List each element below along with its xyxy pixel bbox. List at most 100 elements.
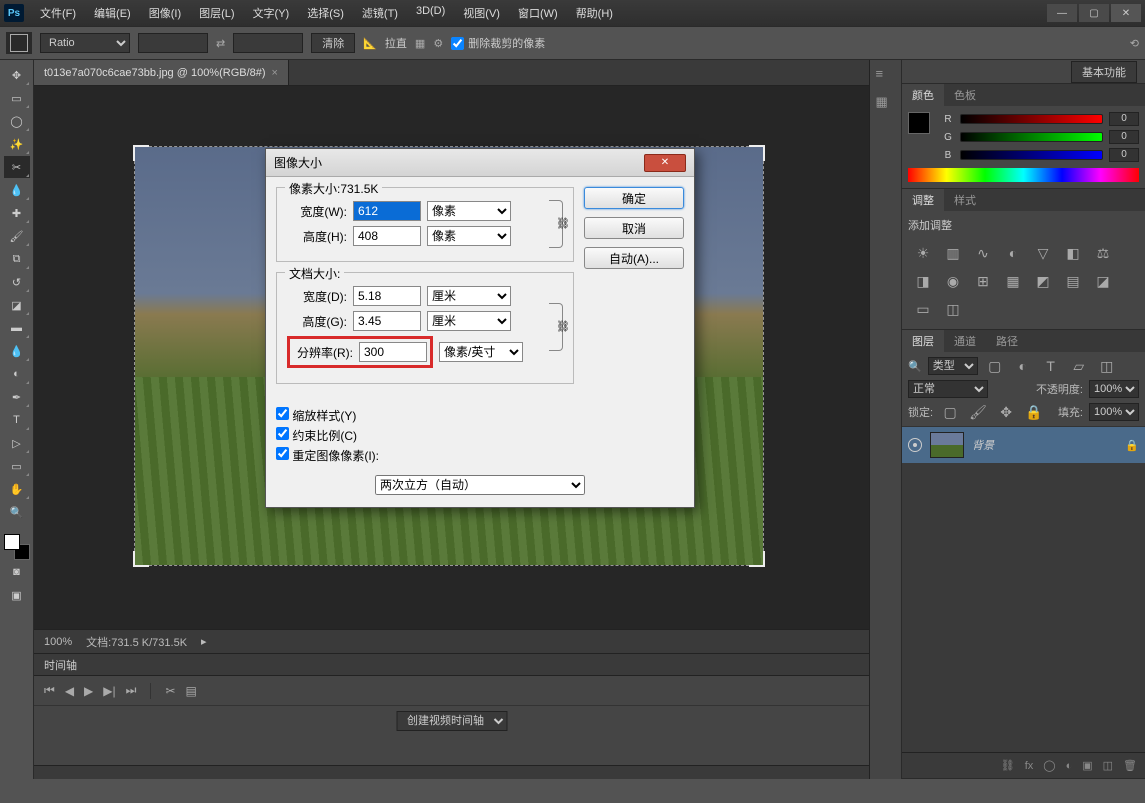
menu-filter[interactable]: 滤镜(T) xyxy=(354,2,406,24)
link-icon2[interactable]: ⛓ xyxy=(556,320,570,333)
gear-icon[interactable]: ⚙ xyxy=(433,37,443,50)
scale-check[interactable]: 缩放样式(Y) xyxy=(276,407,684,424)
filter-smart-icon[interactable]: ◫ xyxy=(1096,356,1118,376)
lasso-tool[interactable]: ◯ xyxy=(4,110,30,132)
ratio-h-input[interactable] xyxy=(233,33,303,53)
mask-icon[interactable]: ◯ xyxy=(1043,759,1055,772)
layer-row[interactable]: 背景 🔒 xyxy=(902,427,1145,463)
blur-tool[interactable]: 💧 xyxy=(4,340,30,362)
quickmask-tool[interactable]: ◙ xyxy=(4,561,30,583)
menu-select[interactable]: 选择(S) xyxy=(299,2,352,24)
blend-mode-select[interactable]: 正常 xyxy=(908,380,988,398)
color-spectrum[interactable] xyxy=(908,168,1139,182)
menu-view[interactable]: 视图(V) xyxy=(455,2,508,24)
zoom-level[interactable]: 100% xyxy=(44,636,72,648)
auto-button[interactable]: 自动(A)... xyxy=(584,247,684,269)
menu-help[interactable]: 帮助(H) xyxy=(568,2,621,24)
ratio-select[interactable]: Ratio xyxy=(40,33,130,53)
interp-select[interactable]: 两次立方（自动） xyxy=(375,475,585,495)
ratio-w-input[interactable] xyxy=(138,33,208,53)
swap-icon[interactable]: ⇄ xyxy=(216,37,225,50)
menu-file[interactable]: 文件(F) xyxy=(32,2,84,24)
menu-window[interactable]: 窗口(W) xyxy=(510,2,566,24)
lock-trans-icon[interactable]: ▢ xyxy=(939,402,961,422)
layer-thumbnail[interactable] xyxy=(930,432,964,458)
menu-image[interactable]: 图像(I) xyxy=(141,2,189,24)
adj-poster-icon[interactable]: ▤ xyxy=(1062,271,1084,291)
tl-trans-icon[interactable]: ▤ xyxy=(186,684,197,698)
hand-tool[interactable]: ✋ xyxy=(4,478,30,500)
dialog-titlebar[interactable]: 图像大小 ✕ xyxy=(266,149,694,177)
path-select-tool[interactable]: ▷ xyxy=(4,432,30,454)
workspace-switch[interactable]: 基本功能 xyxy=(1071,61,1137,83)
status-arrow-icon[interactable]: ▸ xyxy=(201,635,207,648)
type-tool[interactable]: T xyxy=(4,409,30,431)
resample-check[interactable]: 重定图像像素(I): xyxy=(276,447,684,464)
width1-unit[interactable]: 像素 xyxy=(427,201,511,221)
pen-tool[interactable]: ✒ xyxy=(4,386,30,408)
adj-balance-icon[interactable]: ⚖ xyxy=(1092,243,1114,263)
filter-kind-select[interactable]: 类型 xyxy=(928,357,978,375)
cancel-button[interactable]: 取消 xyxy=(584,217,684,239)
adj-layer-icon[interactable]: ◐ xyxy=(1066,760,1073,772)
adj-levels-icon[interactable]: ▥ xyxy=(942,243,964,263)
menu-3d[interactable]: 3D(D) xyxy=(408,2,453,24)
menu-layer[interactable]: 图层(L) xyxy=(191,2,242,24)
filter-adj-icon[interactable]: ◐ xyxy=(1012,356,1034,376)
wand-tool[interactable]: ✨ xyxy=(4,133,30,155)
g-value[interactable]: 0 xyxy=(1109,130,1139,144)
filter-img-icon[interactable]: ▢ xyxy=(984,356,1006,376)
g-slider[interactable] xyxy=(960,132,1103,142)
ok-button[interactable]: 确定 xyxy=(584,187,684,209)
reset-icon[interactable]: ⟲ xyxy=(1130,37,1139,50)
history-brush-tool[interactable]: ↺ xyxy=(4,271,30,293)
adj-vibrance-icon[interactable]: ▽ xyxy=(1032,243,1054,263)
fx-icon[interactable]: fx xyxy=(1025,760,1034,772)
adj-photo-icon[interactable]: ◉ xyxy=(942,271,964,291)
opacity-select[interactable]: 100% xyxy=(1089,380,1139,398)
heal-tool[interactable]: ✚ xyxy=(4,202,30,224)
menu-type[interactable]: 文字(Y) xyxy=(245,2,298,24)
clear-button[interactable]: 清除 xyxy=(311,33,355,53)
menu-edit[interactable]: 编辑(E) xyxy=(86,2,139,24)
adj-thresh-icon[interactable]: ◪ xyxy=(1092,271,1114,291)
document-tab[interactable]: t013e7a070c6cae73bb.jpg @ 100%(RGB/8#) × xyxy=(34,60,289,85)
visibility-icon[interactable] xyxy=(908,438,922,452)
dialog-close-button[interactable]: ✕ xyxy=(644,154,686,172)
shape-tool[interactable]: ▭ xyxy=(4,455,30,477)
dodge-tool[interactable]: ◐ xyxy=(4,363,30,385)
gradient-tool[interactable]: ▬ xyxy=(4,317,30,339)
new-layer-icon[interactable]: ◫ xyxy=(1103,759,1113,772)
tl-play-icon[interactable]: ▶ xyxy=(84,684,93,698)
crop-handle-tr[interactable] xyxy=(749,145,765,161)
crop-handle-tl[interactable] xyxy=(133,145,149,161)
zoom-tool[interactable]: 🔍 xyxy=(4,501,30,523)
tl-next-icon[interactable]: ▶| xyxy=(103,684,115,698)
fill-select[interactable]: 100% xyxy=(1089,403,1139,421)
crop-tool-icon[interactable] xyxy=(6,32,32,54)
properties-panel-icon[interactable]: ▦ xyxy=(876,94,896,112)
swatches-tab[interactable]: 色板 xyxy=(944,84,986,106)
adjust-tab[interactable]: 调整 xyxy=(902,189,944,211)
filter-shape-icon[interactable]: ▱ xyxy=(1068,356,1090,376)
close-button[interactable]: ✕ xyxy=(1111,4,1141,22)
r-slider[interactable] xyxy=(960,114,1103,124)
adj-gradmap-icon[interactable]: ▭ xyxy=(912,299,934,319)
lock-move-icon[interactable]: ✥ xyxy=(995,402,1017,422)
eraser-tool[interactable]: ◪ xyxy=(4,294,30,316)
trash-icon[interactable]: 🗑 xyxy=(1123,759,1137,772)
adj-mixer-icon[interactable]: ⊞ xyxy=(972,271,994,291)
res-input[interactable] xyxy=(359,342,427,362)
adj-bw-icon[interactable]: ◨ xyxy=(912,271,934,291)
adj-curves-icon[interactable]: ∿ xyxy=(972,243,994,263)
eyedropper-tool[interactable]: 💧 xyxy=(4,179,30,201)
lock-all-icon[interactable]: 🔒 xyxy=(1023,402,1045,422)
height2-input[interactable] xyxy=(353,311,421,331)
adj-lookup-icon[interactable]: ▦ xyxy=(1002,271,1024,291)
move-tool[interactable]: ✥ xyxy=(4,64,30,86)
group-icon[interactable]: ▣ xyxy=(1082,759,1092,772)
tl-last-icon[interactable]: ⏭ xyxy=(126,683,137,698)
foreground-swatch[interactable] xyxy=(908,112,930,134)
height2-unit[interactable]: 厘米 xyxy=(427,311,511,331)
layers-tab[interactable]: 图层 xyxy=(902,330,944,352)
